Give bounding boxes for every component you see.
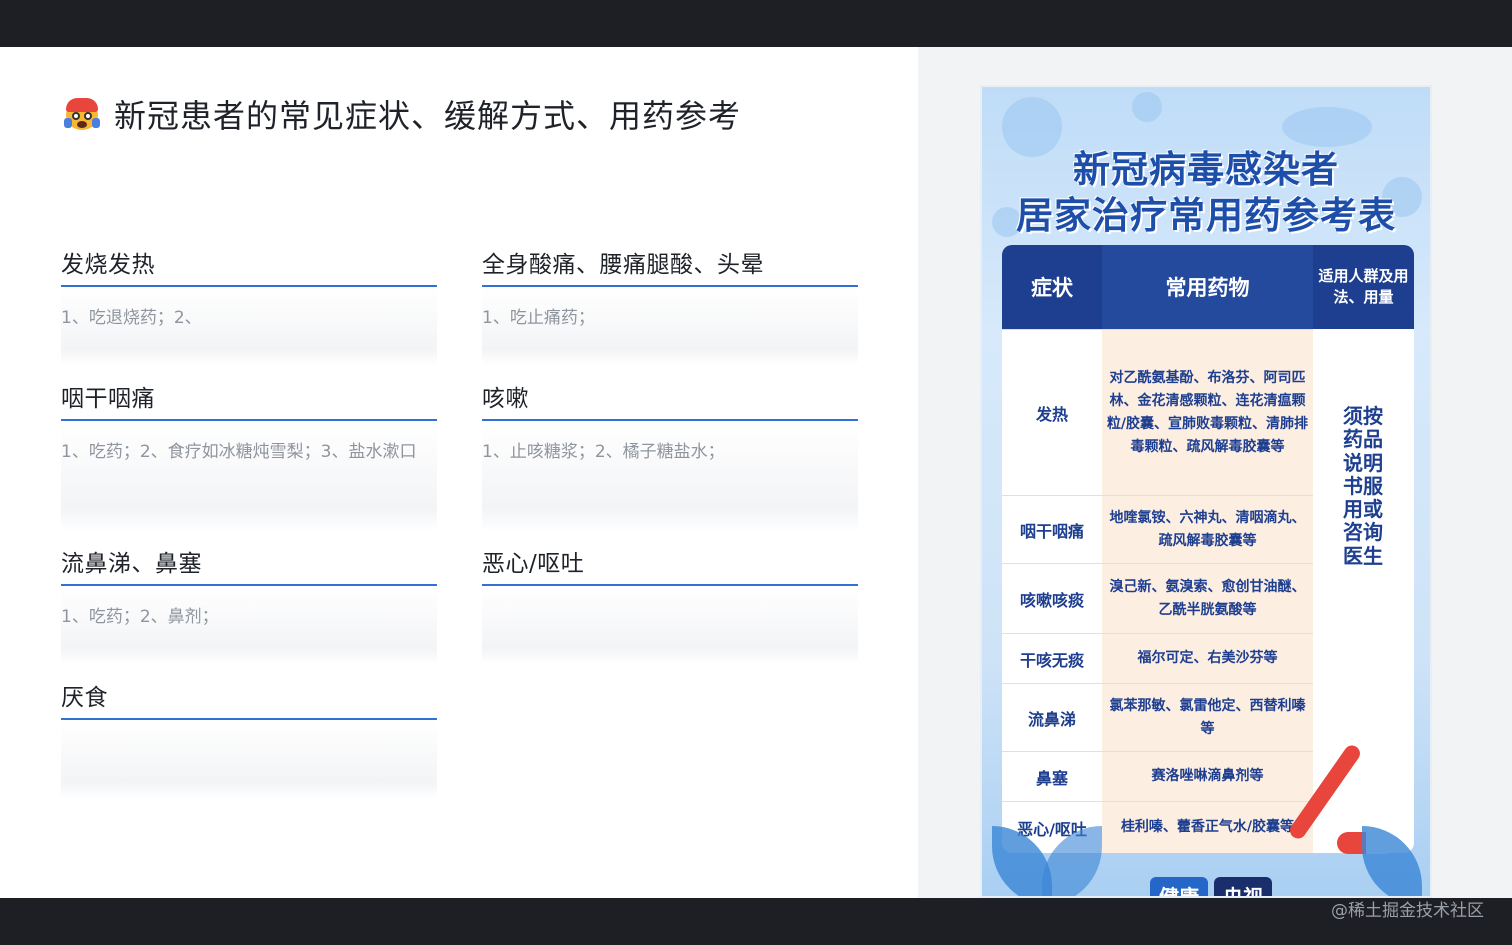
table-row: 鼻塞 赛洛唑啉滴鼻剂等	[1002, 751, 1313, 801]
table-header: 症状 常用药物 适用人群及用法、用量	[1002, 245, 1414, 329]
row-medicine: 赛洛唑啉滴鼻剂等	[1151, 768, 1264, 784]
row-symptom: 鼻塞	[1035, 768, 1068, 788]
watermark: @稀土掘金技术社区	[1331, 901, 1484, 921]
document-area: 新冠患者的常见症状、缓解方式、用药参考 发烧发热 1、吃退烧药；2、 全身酸痛、…	[0, 47, 918, 898]
symptom-card-sore-throat: 咽干咽痛 1、吃药；2、食疗如冰糖炖雪梨；3、盐水漱口	[61, 381, 437, 531]
card-content[interactable]	[61, 720, 437, 798]
medicine-poster-image[interactable]: 新冠病毒感染者 居家治疗常用药参考表 症状 常用药物 适用人群及用法、用量 发热…	[980, 85, 1432, 898]
card-content[interactable]: 1、吃止痛药；	[482, 287, 858, 365]
usage-note: 须按药品说明书服用或咨询医生	[1343, 404, 1383, 568]
row-medicine: 氯苯那敏、氯雷他定、西替利嗪等	[1109, 697, 1306, 737]
card-content[interactable]: 1、吃药；2、食疗如冰糖炖雪梨；3、盐水漱口	[61, 421, 437, 531]
card-content[interactable]: 1、吃药；2、鼻剂；	[61, 586, 437, 664]
symptom-card-fever: 发烧发热 1、吃退烧药；2、	[61, 247, 437, 365]
table-row: 发热 对乙酰氨基酚、布洛芬、阿司匹林、金花清感颗粒、连花清瘟颗粒/胶囊、宣肺败毒…	[1002, 329, 1313, 495]
row-symptom: 咳嗽咳痰	[1019, 590, 1084, 610]
row-symptom: 咽干咽痛	[1019, 521, 1084, 541]
row-symptom: 流鼻涕	[1027, 709, 1076, 729]
page-title-text: 新冠患者的常见症状、缓解方式、用药参考	[114, 97, 742, 135]
card-heading[interactable]: 全身酸痛、腰痛腿酸、头晕	[482, 247, 858, 287]
symptom-card-runny-nose: 流鼻涕、鼻塞 1、吃药；2、鼻剂；	[61, 546, 437, 664]
card-heading[interactable]: 发烧发热	[61, 247, 437, 287]
top-bar	[0, 0, 1512, 47]
logo-left: 健康	[1150, 877, 1208, 896]
symptom-card-body-ache: 全身酸痛、腰痛腿酸、头晕 1、吃止痛药；	[482, 247, 858, 365]
poster-title-line2: 居家治疗常用药参考表	[1016, 194, 1396, 237]
table-row: 干咳无痰 福尔可定、右美沙芬等	[1002, 633, 1313, 683]
row-symptom: 发热	[1035, 404, 1068, 424]
fever-face-icon	[64, 96, 100, 132]
row-medicine: 地喹氯铵、六神丸、清咽滴丸、疏风解毒胶囊等	[1109, 509, 1306, 549]
row-medicine: 对乙酰氨基酚、布洛芬、阿司匹林、金花清感颗粒、连花清瘟颗粒/胶囊、宣肺败毒颗粒、…	[1106, 369, 1309, 455]
header-usage: 适用人群及用法、用量	[1318, 267, 1409, 306]
row-symptom: 干咳无痰	[1019, 650, 1084, 670]
header-medicine: 常用药物	[1102, 245, 1313, 329]
card-heading[interactable]: 咳嗽	[482, 381, 858, 421]
card-heading[interactable]: 咽干咽痛	[61, 381, 437, 421]
row-medicine: 溴己新、氨溴索、愈创甘油醚、乙酰半胱氨酸等	[1109, 578, 1306, 618]
table-row: 流鼻涕 氯苯那敏、氯雷他定、西替利嗪等	[1002, 683, 1313, 751]
row-medicine: 福尔可定、右美沙芬等	[1137, 650, 1278, 666]
symptom-card-anorexia: 厌食	[61, 680, 437, 798]
table-row: 恶心/呕吐 桂利嗪、藿香正气水/胶囊等	[1002, 801, 1313, 853]
card-heading[interactable]: 厌食	[61, 680, 437, 720]
card-heading[interactable]: 恶心/呕吐	[482, 546, 858, 586]
symptom-card-nausea: 恶心/呕吐	[482, 546, 858, 664]
logo-right: 央视	[1214, 877, 1272, 896]
symptom-card-cough: 咳嗽 1、止咳糖浆；2、橘子糖盐水；	[482, 381, 858, 531]
header-symptom: 症状	[1031, 276, 1073, 300]
card-heading[interactable]: 流鼻涕、鼻塞	[61, 546, 437, 586]
bottom-bar	[0, 898, 1512, 945]
page-title: 新冠患者的常见症状、缓解方式、用药参考	[64, 91, 741, 137]
table-row: 咽干咽痛 地喹氯铵、六神丸、清咽滴丸、疏风解毒胶囊等	[1002, 495, 1313, 563]
image-panel: 新冠病毒感染者 居家治疗常用药参考表 症状 常用药物 适用人群及用法、用量 发热…	[918, 47, 1512, 898]
table-row: 咳嗽咳痰 溴己新、氨溴索、愈创甘油醚、乙酰半胱氨酸等	[1002, 563, 1313, 633]
card-content[interactable]: 1、吃退烧药；2、	[61, 287, 437, 365]
card-content[interactable]: 1、止咳糖浆；2、橘子糖盐水；	[482, 421, 858, 531]
card-content[interactable]	[482, 586, 858, 664]
row-medicine: 桂利嗪、藿香正气水/胶囊等	[1120, 819, 1295, 835]
